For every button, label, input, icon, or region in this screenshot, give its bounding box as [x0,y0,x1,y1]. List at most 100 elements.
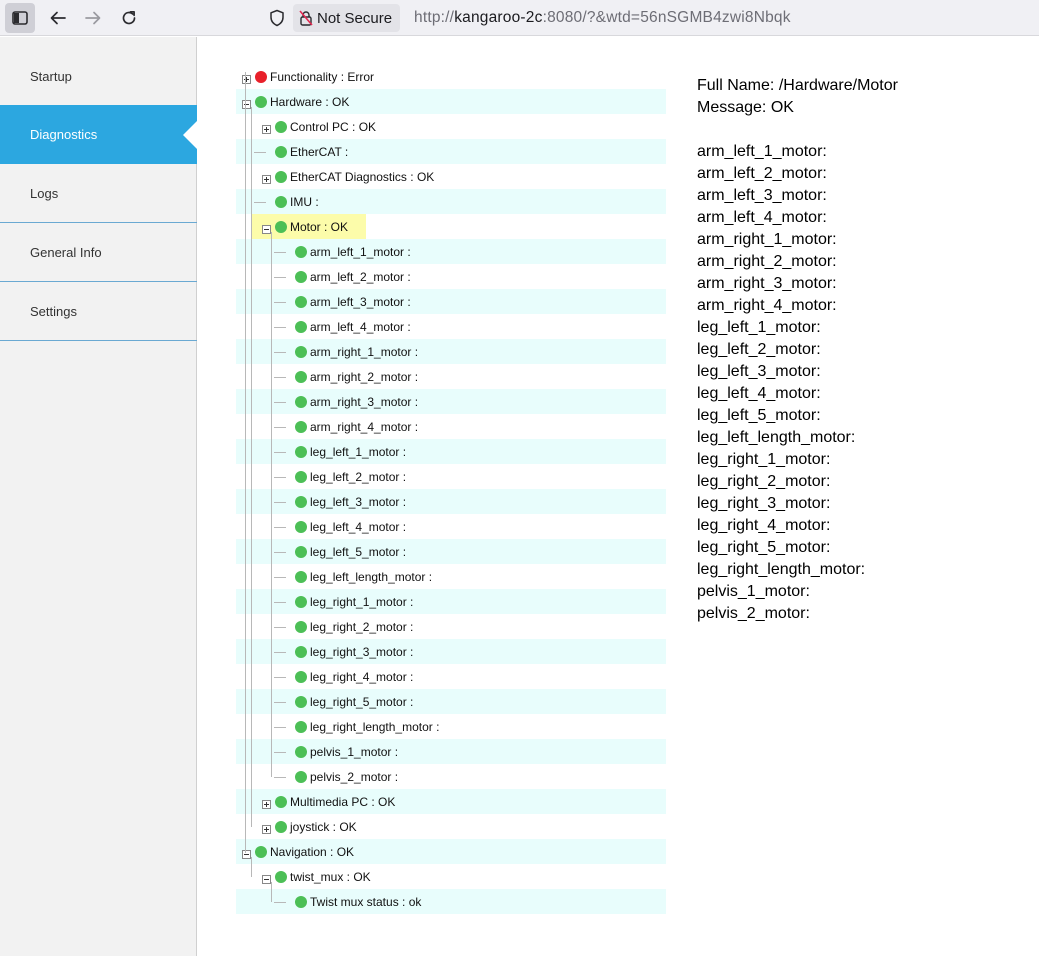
tree-node-label: arm_left_4_motor : [310,319,411,334]
status-ok-icon [295,295,307,308]
lock-broken-icon [299,10,313,26]
address-bar[interactable]: Not Secure http://kangaroo-2c:8080/?&wtd… [263,3,1039,33]
detail-panel: Full Name: /Hardware/Motor Message: OK a… [697,75,1027,625]
status-ok-icon [295,545,307,558]
status-ok-icon [295,695,307,708]
tree-node[interactable]: arm_right_1_motor : [282,339,418,364]
tree-node[interactable]: Multimedia PC : OK [262,789,395,814]
tree-node[interactable]: arm_left_1_motor : [282,239,411,264]
sidebar-item-label: General Info [30,244,102,260]
tree-node[interactable]: Twist mux status : ok [282,889,421,914]
tree-node[interactable]: arm_left_3_motor : [282,289,411,314]
status-ok-icon [295,770,307,783]
tree-node[interactable]: Navigation : OK [242,839,354,864]
expand-icon[interactable] [262,175,271,184]
tree-node[interactable]: leg_left_5_motor : [282,539,406,564]
tree-node[interactable]: Control PC : OK [262,114,376,139]
status-ok-icon [295,670,307,683]
tree-node[interactable]: leg_right_length_motor : [282,714,439,739]
tree-node[interactable]: leg_right_5_motor : [282,689,413,714]
tree-node-label: IMU : [290,194,319,209]
detail-entry: arm_right_3_motor: [697,275,837,292]
tree-node-label: arm_right_3_motor : [310,394,419,409]
detail-entry: leg_left_4_motor: [697,385,821,402]
tree-connector [274,477,286,478]
expand-icon[interactable] [262,125,271,134]
tree-node[interactable]: EtherCAT Diagnostics : OK [262,164,434,189]
tree-node[interactable]: leg_left_1_motor : [282,439,406,464]
tree-node[interactable]: IMU : [262,189,319,214]
tree-row: leg_left_length_motor : [236,564,666,589]
tree-node[interactable]: joystick : OK [262,814,357,839]
tree-node[interactable]: arm_right_4_motor : [282,414,418,439]
collapse-icon[interactable] [242,850,251,859]
detail-entries: arm_left_1_motor: arm_left_2_motor: arm_le… [697,141,1027,625]
tree-node-label: twist_mux : OK [290,869,371,884]
tree-guide-line [251,857,252,877]
tree-node[interactable]: leg_left_length_motor : [282,564,432,589]
tree-node[interactable]: leg_left_3_motor : [282,489,406,514]
tree-connector [274,727,286,728]
status-ok-icon [275,120,287,133]
sidebar-item-diagnostics[interactable]: Diagnostics [0,105,198,164]
status-ok-icon [275,795,287,808]
collapse-icon[interactable] [242,100,251,109]
tree-node[interactable]: EtherCAT : [262,139,348,164]
tree-node-selected[interactable]: Motor : OK [252,214,367,239]
tree-node[interactable]: arm_left_2_motor : [282,264,411,289]
tree-row: Twist mux status : ok [236,889,666,914]
status-ok-icon [295,645,307,658]
forward-button[interactable] [78,3,108,33]
expand-icon[interactable] [262,825,271,834]
tree-row: arm_left_2_motor : [236,264,666,289]
detail-entry: pelvis_1_motor: [697,583,810,600]
tree-node[interactable]: arm_right_2_motor : [282,364,418,389]
tree-connector [274,902,286,903]
tree-row: pelvis_2_motor : [236,764,666,789]
tree-node[interactable]: twist_mux : OK [262,864,371,889]
security-indicator[interactable]: Not Secure [293,4,401,32]
tree-connector [274,377,286,378]
browser-toolbar: Not Secure http://kangaroo-2c:8080/?&wtd… [0,0,1039,36]
tree-connector [274,352,286,353]
tree-node[interactable]: pelvis_1_motor : [282,739,398,764]
tree-node-label: pelvis_2_motor : [310,769,399,784]
tree-node-label: arm_right_2_motor : [310,369,419,384]
shield-icon[interactable] [269,9,285,27]
collapse-icon[interactable] [262,875,271,884]
detail-entry: leg_right_length_motor: [697,561,866,578]
tree-node[interactable]: arm_right_3_motor : [282,389,418,414]
tree-row: joystick : OK [236,814,666,839]
tree-node[interactable]: leg_right_1_motor : [282,589,413,614]
tree-node[interactable]: leg_right_3_motor : [282,639,413,664]
tree-node[interactable]: Hardware : OK [242,89,349,114]
detail-entry: arm_right_2_motor: [697,253,837,270]
tree-node[interactable]: Functionality : Error [242,64,374,89]
tree-node[interactable]: leg_right_4_motor : [282,664,413,689]
sidebar-item-logs[interactable]: Logs [0,164,197,223]
url-text[interactable]: http://kangaroo-2c:8080/?&wtd=56nSGMB4zw… [414,9,791,27]
expand-icon[interactable] [242,75,251,84]
tree-guide-line [271,232,272,777]
status-ok-icon [295,320,307,333]
sidebar-toggle-button[interactable] [5,3,35,33]
collapse-icon[interactable] [262,225,271,234]
back-button[interactable] [43,3,73,33]
reload-button[interactable] [114,3,144,33]
tree-row: twist_mux : OK [236,864,666,889]
status-ok-icon [295,895,307,908]
expand-icon[interactable] [262,800,271,809]
sidebar-item-settings[interactable]: Settings [0,282,197,341]
tree-row: leg_left_3_motor : [236,489,666,514]
tree-node[interactable]: arm_left_4_motor : [282,314,411,339]
detail-entry: arm_right_4_motor: [697,297,837,314]
tree-node[interactable]: leg_left_2_motor : [282,464,406,489]
tree-node[interactable]: pelvis_2_motor : [282,764,398,789]
detail-entry: leg_left_1_motor: [697,319,821,336]
tree-node[interactable]: leg_left_4_motor : [282,514,406,539]
sidebar-item-startup[interactable]: Startup [0,47,197,106]
tree-row: Control PC : OK [236,114,666,139]
status-ok-icon [295,395,307,408]
sidebar-item-general-info[interactable]: General Info [0,223,197,282]
tree-node[interactable]: leg_right_2_motor : [282,614,413,639]
